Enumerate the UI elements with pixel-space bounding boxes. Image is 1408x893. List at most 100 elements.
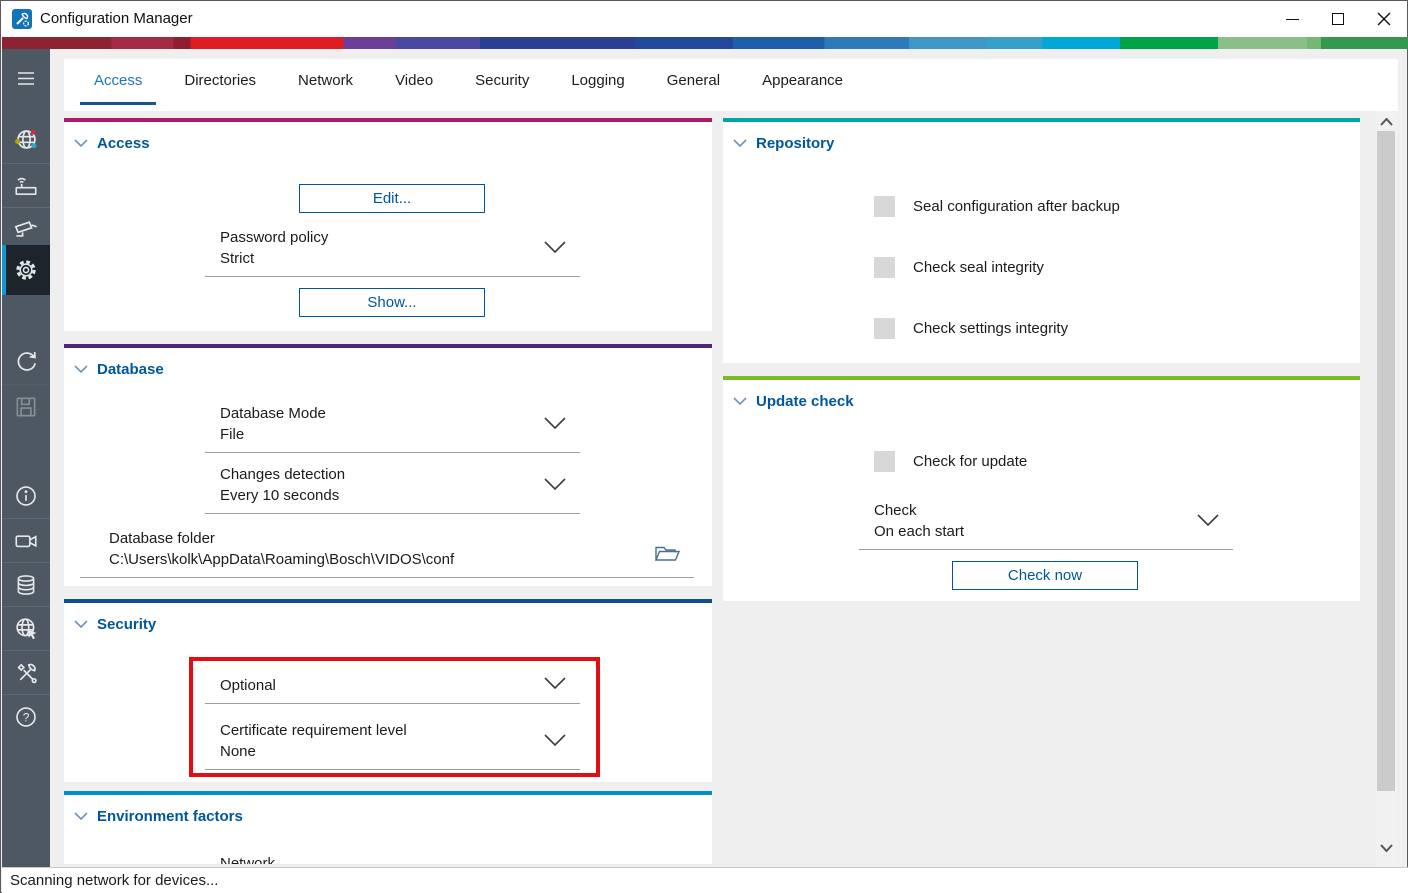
seal-configuration-checkbox-row[interactable]: Seal configuration after backup [874,196,1120,217]
panel-update-header[interactable]: Update check [733,393,854,410]
chevron-down-icon [544,677,566,695]
database-mode-dropdown[interactable]: Database Mode File [205,403,580,453]
status-bar: Scanning network for devices... [2,867,1408,893]
database-mode-label: Database Mode [220,403,580,424]
certificate-requirement-dropdown[interactable]: Certificate requirement level None [205,720,580,770]
wireless-device-icon [13,173,39,199]
checkbox[interactable] [874,257,895,278]
password-policy-dropdown[interactable]: Password policy Strict [205,227,580,277]
tab-video[interactable]: Video [381,59,447,105]
tab-security[interactable]: Security [461,59,543,105]
chevron-down-icon [74,139,88,148]
sidebar-item-tools[interactable] [2,650,50,694]
sidebar-item-refresh[interactable] [2,339,50,383]
tab-general[interactable]: General [653,59,734,105]
minimize-button[interactable] [1269,1,1315,37]
database-icon [13,572,39,598]
database-folder-label: Database folder [109,528,694,549]
panel-repository-header[interactable]: Repository [733,135,834,152]
database-folder-field[interactable]: Database folder C:\Users\kolk\AppData\Ro… [80,528,694,578]
web-access-globe-cursor-icon [13,615,40,642]
scroll-up-button[interactable] [1375,113,1397,131]
panel-access-title: Access [97,135,150,152]
sidebar-item-wireless-device[interactable] [2,163,50,207]
certificate-requirement-label: Certificate requirement level [220,720,580,741]
password-policy-label: Password policy [220,227,580,248]
panel-database-title: Database [97,361,164,378]
tab-access[interactable]: Access [80,59,156,105]
changes-detection-label: Changes detection [220,464,580,485]
tab-logging[interactable]: Logging [557,59,638,105]
sidebar-item-menu[interactable] [2,57,50,101]
sidebar-item-save[interactable] [2,384,50,428]
tab-bar: Access Directories Network Video Securit… [64,59,1398,111]
sidebar-item-web-access[interactable] [2,606,50,650]
sidebar-item-settings[interactable] [2,245,50,295]
chevron-down-icon [544,734,566,752]
maximize-button[interactable] [1315,1,1361,37]
network-scan-globe-icon [13,126,40,153]
panel-access-header[interactable]: Access [74,135,150,152]
configuration-manager-window: Configuration Manager [0,0,1408,893]
status-text: Scanning network for devices... [2,872,218,889]
folder-browse-icon[interactable] [654,544,680,569]
checkbox[interactable] [874,196,895,217]
sidebar-item-info[interactable] [2,474,50,518]
checkbox[interactable] [874,451,895,472]
check-now-button[interactable]: Check now [952,561,1138,590]
sidebar-item-database[interactable] [2,562,50,606]
edit-button[interactable]: Edit... [299,184,485,213]
vertical-scrollbar[interactable] [1375,111,1397,867]
scroll-down-button[interactable] [1375,839,1397,857]
sidebar-item-network-scan[interactable] [2,117,50,161]
panel-environment-title: Environment factors [97,808,243,825]
chevron-down-icon [733,139,747,148]
window-title: Configuration Manager [40,10,193,27]
tab-appearance[interactable]: Appearance [748,59,857,105]
settings-gear-icon [12,256,40,284]
refresh-icon [13,348,40,375]
seal-configuration-label: Seal configuration after backup [913,198,1120,215]
tab-network[interactable]: Network [284,59,367,105]
title-bar: Configuration Manager [1,1,1407,37]
chevron-down-icon [74,365,88,374]
chevron-up-icon [1380,118,1393,126]
chevron-down-icon [1197,514,1219,532]
show-button[interactable]: Show... [299,288,485,317]
close-button[interactable] [1361,1,1407,37]
panel-repository: Repository Seal configuration after back… [723,118,1360,363]
check-seal-integrity-checkbox-row[interactable]: Check seal integrity [874,257,1044,278]
save-icon [13,394,39,420]
check-for-update-checkbox-row[interactable]: Check for update [874,451,1027,472]
scrollbar-thumb[interactable] [1377,131,1395,791]
certificate-requirement-value: None [220,741,580,762]
panel-security-title: Security [97,616,156,633]
sidebar-item-video-camera[interactable] [2,518,50,562]
check-schedule-dropdown[interactable]: Check On each start [859,500,1233,550]
app-icon [12,9,32,29]
panel-access: Access Edit... Password policy Strict Sh… [64,118,712,331]
tab-directories[interactable]: Directories [170,59,270,105]
cctv-camera-icon [13,216,40,243]
check-settings-integrity-label: Check settings integrity [913,320,1068,337]
chevron-down-icon [74,812,88,821]
panel-security: Security Optional Certificate requiremen… [64,599,712,782]
database-mode-value: File [220,424,580,445]
panel-database-header[interactable]: Database [74,361,164,378]
brand-stripe [2,37,1408,49]
panel-environment-header[interactable]: Environment factors [74,808,243,825]
check-seal-integrity-label: Check seal integrity [913,259,1044,276]
password-policy-value: Strict [220,248,580,269]
security-level-dropdown[interactable]: Optional [205,675,580,704]
video-camera-icon [13,528,39,554]
checkbox[interactable] [874,318,895,339]
chevron-down-icon [544,241,566,259]
chevron-down-icon [733,397,747,406]
panel-security-header[interactable]: Security [74,616,156,633]
panel-update-check: Update check Check for update Check On e… [723,376,1360,601]
check-settings-integrity-checkbox-row[interactable]: Check settings integrity [874,318,1068,339]
chevron-down-icon [74,620,88,629]
sidebar-item-help[interactable]: ? [2,694,50,738]
help-icon: ? [13,704,39,730]
changes-detection-dropdown[interactable]: Changes detection Every 10 seconds [205,464,580,514]
